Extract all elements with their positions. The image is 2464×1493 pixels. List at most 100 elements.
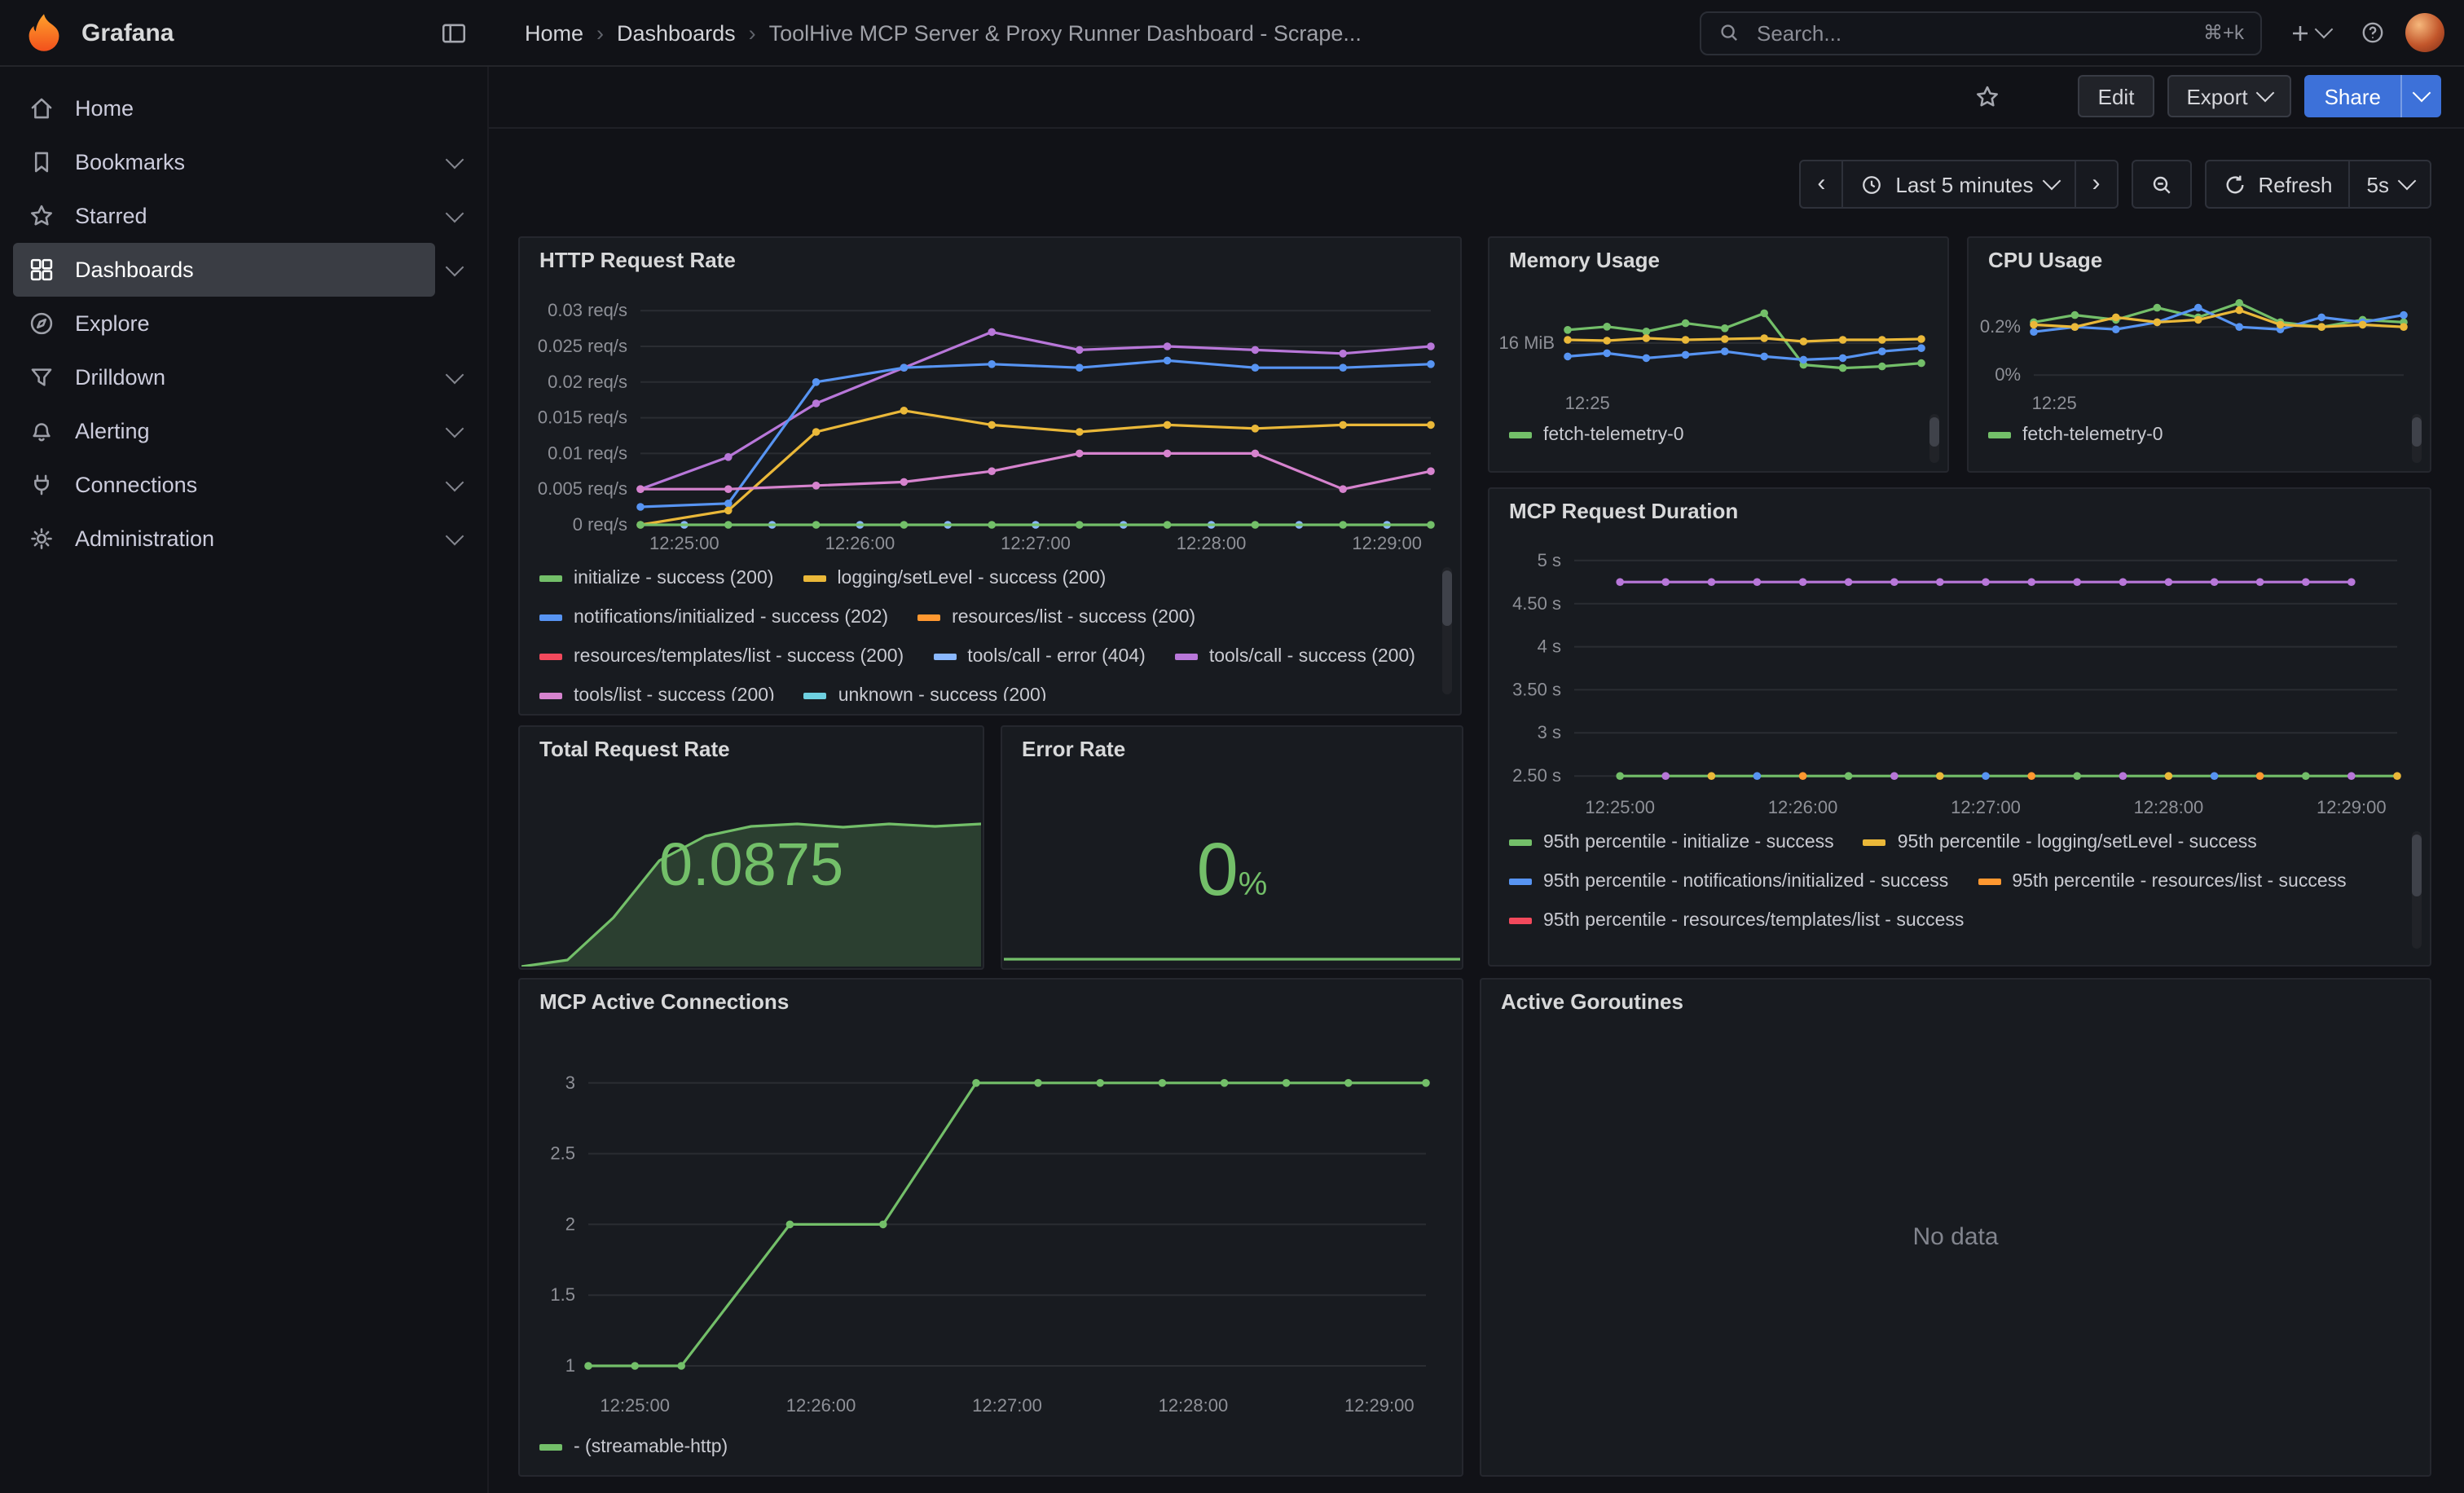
chevron-down-icon[interactable] — [435, 213, 474, 219]
panel-title[interactable]: MCP Request Duration — [1489, 489, 2430, 535]
dashboard-main: Edit Export Share ‹ Last 5 minutes — [489, 65, 2464, 1493]
legend-item[interactable]: tools/call - success (200) — [1175, 642, 1415, 672]
share-button-label[interactable]: Share — [2305, 75, 2400, 117]
sidebar-item-button[interactable]: Administration — [13, 512, 435, 566]
panel-cpu-usage: CPU Usage 0.2%0%12:25 fetch-telemetry-0 — [1967, 236, 2431, 473]
mcp-request-duration-chart[interactable]: 2.50 s3 s3.50 s4 s4.50 s5 s12:25:0012:26… — [1496, 535, 2413, 821]
header-icons — [2278, 10, 2444, 55]
chevron-down-icon[interactable] — [435, 482, 474, 488]
chevron-down-icon[interactable] — [435, 159, 474, 165]
total-request-rate-value: 0.0875 — [520, 831, 983, 900]
legend-item[interactable]: fetch-telemetry-0 — [1988, 421, 2163, 450]
sidebar-item-button[interactable]: Home — [13, 81, 435, 135]
user-avatar[interactable] — [2405, 13, 2444, 52]
sidebar-item-button[interactable]: Connections — [13, 458, 435, 512]
panel-title[interactable]: CPU Usage — [1969, 238, 2430, 284]
top-header: Grafana Home›Dashboards›ToolHive MCP Ser… — [0, 0, 2464, 67]
time-range-picker[interactable]: Last 5 minutes — [1841, 160, 2075, 209]
svg-text:12:25:00: 12:25:00 — [1585, 797, 1655, 817]
legend-item[interactable]: unknown - success (200) — [804, 681, 1047, 701]
svg-text:12:25: 12:25 — [2032, 393, 2077, 411]
sidebar-item-connections[interactable]: Connections — [13, 458, 474, 512]
sidebar-item-button[interactable]: Alerting — [13, 404, 435, 458]
chevron-down-icon[interactable] — [435, 535, 474, 542]
zoom-out-icon[interactable] — [2131, 160, 2191, 209]
cpu-usage-chart[interactable]: 0.2%0%12:25 — [1972, 280, 2417, 411]
http-request-rate-chart[interactable]: 0 req/s0.005 req/s0.01 req/s0.015 req/s0… — [526, 287, 1444, 557]
sidebar-item-home[interactable]: Home — [13, 81, 474, 135]
sidebar-item-dashboards[interactable]: Dashboards — [13, 243, 474, 297]
sidebar-item-administration[interactable]: Administration — [13, 512, 474, 566]
breadcrumb-item[interactable]: ToolHive MCP Server & Proxy Runner Dashb… — [769, 20, 1362, 45]
time-forward-button[interactable]: › — [2074, 160, 2118, 209]
sidebar-item-starred[interactable]: Starred — [13, 189, 474, 243]
legend-item[interactable]: resources/list - success (200) — [917, 603, 1195, 632]
legend-item[interactable]: fetch-telemetry-0 — [1509, 421, 1684, 450]
sidebar-item-drilldown[interactable]: Drilldown — [13, 350, 474, 404]
legend-item[interactable]: 95th percentile - initialize - success — [1509, 828, 1834, 857]
breadcrumb-item[interactable]: Home — [525, 20, 583, 45]
edit-button[interactable]: Edit — [2079, 75, 2154, 117]
sidebar-item-explore[interactable]: Explore — [13, 297, 474, 350]
panel-title[interactable]: MCP Active Connections — [520, 980, 1462, 1025]
legend-item[interactable]: resources/templates/list - success (200) — [539, 642, 904, 672]
help-icon[interactable] — [2350, 10, 2396, 55]
panel-total-request-rate: Total Request Rate 0.0875 — [518, 725, 984, 970]
legend-scrollbar[interactable] — [1929, 414, 1939, 463]
drilldown-icon — [28, 363, 55, 391]
share-button[interactable]: Share — [2305, 75, 2441, 117]
add-new-button[interactable] — [2278, 10, 2340, 55]
chevron-down-icon[interactable] — [435, 374, 474, 381]
error-rate-sparkline — [1004, 945, 1460, 965]
export-button[interactable]: Export — [2167, 75, 2291, 117]
legend-item[interactable]: notifications/initialized - success (202… — [539, 603, 888, 632]
mcp-active-connections-chart[interactable]: 11.522.5312:25:0012:26:0012:27:0012:28:0… — [526, 1038, 1442, 1423]
sidebar-item-button[interactable]: Starred — [13, 189, 435, 243]
legend-item[interactable]: tools/call - error (404) — [933, 642, 1146, 672]
panel-title[interactable]: Memory Usage — [1489, 238, 1947, 284]
share-caret-button[interactable] — [2400, 75, 2441, 117]
sidebar-item-label: Administration — [75, 526, 214, 551]
panel-title[interactable]: HTTP Request Rate — [520, 238, 1460, 284]
star-icon[interactable] — [1965, 73, 2010, 119]
chart-svg: 2.50 s3 s3.50 s4 s4.50 s5 s12:25:0012:26… — [1496, 535, 2413, 821]
panel-title[interactable]: Active Goroutines — [1481, 980, 2430, 1025]
legend-item[interactable]: 95th percentile - resources/templates/li… — [1509, 906, 1964, 936]
panel-title[interactable]: Total Request Rate — [520, 727, 983, 773]
sidebar-item-button[interactable]: Bookmarks — [13, 135, 435, 189]
legend-item[interactable]: tools/list - success (200) — [539, 681, 775, 701]
sidebar-toggle-icon[interactable] — [430, 10, 476, 55]
time-back-button[interactable]: ‹ — [1799, 160, 1843, 209]
sidebar-item-bookmarks[interactable]: Bookmarks — [13, 135, 474, 189]
legend-scrollbar[interactable] — [1442, 567, 1452, 694]
mcp-active-connections-legend: - (streamable-http) — [539, 1433, 1432, 1469]
refresh-button[interactable]: Refresh — [2204, 160, 2350, 209]
chevron-down-icon[interactable] — [435, 266, 474, 273]
legend-item[interactable]: 95th percentile - resources/list - succe… — [1978, 867, 2346, 896]
legend-item[interactable]: initialize - success (200) — [539, 564, 773, 593]
legend-scrollbar[interactable] — [2412, 414, 2422, 463]
sidebar-item-button[interactable]: Explore — [13, 297, 435, 350]
search-field[interactable] — [1753, 19, 2190, 46]
svg-text:12:27:00: 12:27:00 — [1951, 797, 2021, 817]
sidebar-item-button[interactable]: Drilldown — [13, 350, 435, 404]
memory-usage-chart[interactable]: 16 MiB12:25 — [1493, 280, 1934, 411]
legend-scrollbar[interactable] — [2412, 831, 2422, 949]
svg-text:0.025 req/s: 0.025 req/s — [538, 336, 627, 356]
grafana-logo[interactable] — [23, 11, 65, 54]
refresh-interval-picker[interactable]: 5s — [2349, 160, 2431, 209]
search-input[interactable]: ⌘+k — [1700, 11, 2262, 55]
chevron-down-icon[interactable] — [435, 428, 474, 434]
svg-text:0.02 req/s: 0.02 req/s — [548, 372, 627, 392]
legend-item[interactable]: logging/setLevel - success (200) — [803, 564, 1106, 593]
breadcrumb-item[interactable]: Dashboards — [617, 20, 736, 45]
sidebar-item-button[interactable]: Dashboards — [13, 243, 435, 297]
panel-title[interactable]: Error Rate — [1002, 727, 1462, 773]
legend-item[interactable]: - (streamable-http) — [539, 1433, 728, 1462]
legend-item[interactable]: 95th percentile - logging/setLevel - suc… — [1863, 828, 2257, 857]
refresh-interval-label: 5s — [2367, 172, 2389, 196]
legend-item[interactable]: 95th percentile - notifications/initiali… — [1509, 867, 1948, 896]
gear-icon — [28, 525, 55, 553]
sidebar-item-alerting[interactable]: Alerting — [13, 404, 474, 458]
svg-text:12:29:00: 12:29:00 — [1344, 1395, 1415, 1416]
